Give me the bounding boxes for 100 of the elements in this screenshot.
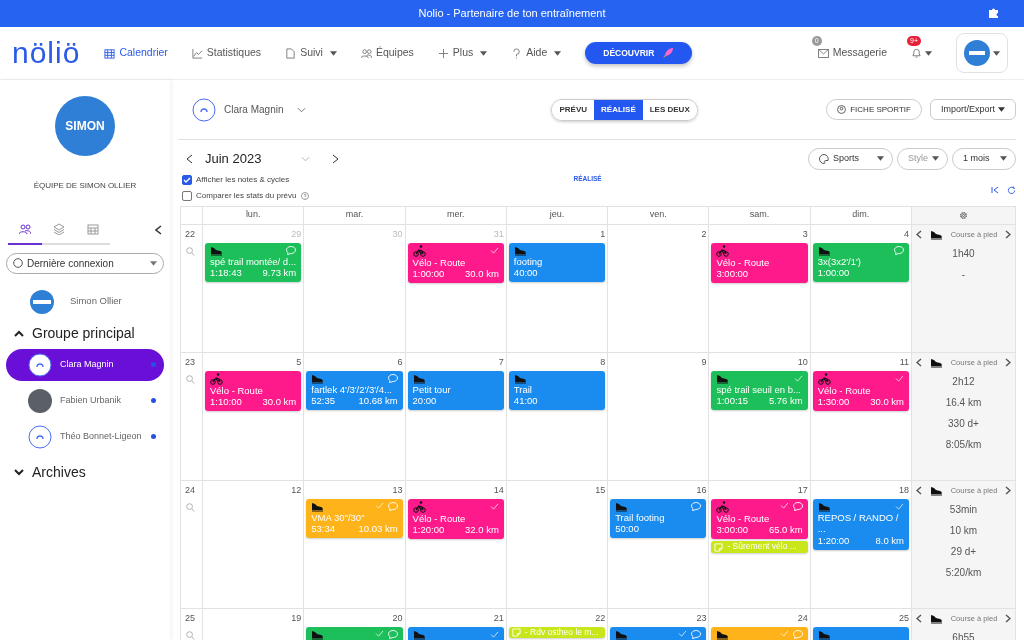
team-logo: SIMON bbox=[55, 96, 115, 156]
workout-card[interactable]: REPOS / RANDO / ... 1:20:00 8.0 km bbox=[812, 498, 909, 551]
athlete-item[interactable]: Théo Bonnet-Ligeon bbox=[6, 420, 164, 453]
workout-duration: 20:00 bbox=[412, 395, 437, 408]
day-number: 11 bbox=[898, 355, 910, 369]
workout-duration: 1:18:43 bbox=[210, 267, 242, 280]
discover-button[interactable]: DÉCOUVRIR bbox=[585, 41, 693, 65]
workout-distance: 5.76 km bbox=[768, 395, 803, 408]
day-number: 10 bbox=[796, 355, 809, 369]
month-title: Juin 2023 bbox=[205, 150, 262, 168]
day-number: 7 bbox=[497, 355, 505, 369]
athlete-item[interactable]: Clara Magnin bbox=[6, 348, 164, 381]
filter-select[interactable]: Sports bbox=[808, 148, 893, 170]
workout-title: Vélo - Route bbox=[412, 256, 467, 269]
summary-stat: - bbox=[960, 267, 967, 282]
app-logo[interactable]: nöliö bbox=[12, 38, 81, 68]
group-header[interactable]: Archives bbox=[8, 460, 170, 484]
workout-title: REPOS / RANDO / ... bbox=[817, 511, 900, 536]
day-number: 31 bbox=[492, 227, 505, 241]
workout-distance: 30.0 km bbox=[870, 396, 904, 409]
workout-distance: 30.0 km bbox=[465, 268, 499, 281]
day-number: 18 bbox=[897, 483, 910, 497]
workout-duration: 1:30:00 bbox=[817, 396, 850, 409]
summary-stat: 53min bbox=[948, 502, 979, 517]
workout-card[interactable]: Vélo - Route 1:10:00 30.0 km bbox=[205, 370, 302, 412]
day-number: 12 bbox=[290, 483, 303, 497]
summary-stat: 6h55 bbox=[951, 630, 976, 640]
nav-link[interactable]: Calendrier bbox=[104, 43, 168, 63]
workout-card[interactable]: Vélo - Route 1:00:00 30.0 km bbox=[407, 242, 504, 284]
weekday-label: mar. bbox=[345, 208, 364, 222]
week-number: 23 bbox=[184, 355, 196, 369]
filter-select[interactable]: Style bbox=[897, 148, 948, 170]
day-number: 4 bbox=[902, 227, 910, 241]
day-number: 2 bbox=[700, 227, 708, 241]
workout-card[interactable]: Vélo - Route 1:20:00 32.0 km bbox=[407, 498, 504, 540]
day-number: 25 bbox=[897, 611, 910, 625]
workout-duration: 53:34 bbox=[311, 523, 336, 536]
workout-distance: 8.0 km bbox=[875, 535, 904, 548]
group-header[interactable]: Groupe principal bbox=[8, 321, 170, 345]
filter-select[interactable]: 1 mois bbox=[952, 148, 1016, 170]
view-toggle[interactable]: PRÉVU bbox=[552, 99, 595, 120]
week-number: 24 bbox=[184, 483, 196, 497]
workout-title: Trail footing bbox=[615, 511, 666, 524]
workout-distance: 10.03 km bbox=[358, 523, 398, 536]
day-number: 20 bbox=[391, 611, 404, 625]
workout-card[interactable]: footing 40:00 bbox=[508, 242, 606, 283]
day-number: 13 bbox=[391, 483, 404, 497]
workout-title: 3x(3x2'/1') bbox=[817, 255, 862, 268]
day-number: 30 bbox=[391, 227, 404, 241]
nav-link[interactable]: Équipes bbox=[360, 43, 414, 63]
athlete-item[interactable]: Fabien Urbanik bbox=[6, 384, 164, 417]
option-label: Afficher les notes & cycles bbox=[196, 173, 290, 186]
workout-title: Vélo - Route bbox=[716, 256, 771, 269]
nav-link[interactable]: Aide bbox=[511, 43, 562, 63]
workout-duration: 1:10:00 bbox=[210, 396, 242, 409]
view-toggle[interactable]: RÉALISÉ bbox=[594, 99, 643, 120]
weekday-label: jeu. bbox=[549, 208, 565, 222]
weekday-label: dim. bbox=[852, 208, 870, 222]
workout-title: Vélo - Route bbox=[817, 384, 872, 397]
workout-title: spé trail seuil en b... bbox=[716, 383, 802, 396]
workout-card[interactable]: Trail 41:00 bbox=[508, 370, 606, 411]
workout-distance: 65.0 km bbox=[768, 524, 803, 537]
coach-name: Simon Ollier bbox=[70, 294, 122, 309]
view-toggle[interactable]: LES DEUX bbox=[642, 99, 697, 120]
athlete-sheet-button[interactable]: FICHE SPORTIF bbox=[826, 98, 922, 121]
day-number: 14 bbox=[492, 483, 505, 497]
note-text: - Sûrement vélo ... bbox=[727, 542, 797, 552]
workout-duration: 50:00 bbox=[615, 523, 639, 536]
summary-stat: 8:05/km bbox=[944, 437, 983, 452]
nav-link[interactable]: Plus bbox=[437, 43, 488, 63]
option-label: Comparer les stats du prévu bbox=[196, 189, 297, 202]
workout-card[interactable]: Vélo - Route 3:00:00 65.0 km bbox=[711, 498, 808, 540]
workout-distance: 32.0 km bbox=[465, 524, 499, 537]
nav-link[interactable]: Statistiques bbox=[191, 43, 262, 63]
workout-duration: 1:00:00 bbox=[412, 268, 445, 281]
day-number: 15 bbox=[594, 483, 607, 497]
day-number: 22 bbox=[594, 611, 607, 625]
workout-card[interactable]: Vélo - Route 3:00:00 bbox=[711, 242, 808, 284]
workout-card[interactable]: Petit tour 20:00 bbox=[407, 370, 504, 411]
workout-title: VMA 30"/30" bbox=[311, 511, 366, 524]
weekday-label: mer. bbox=[446, 208, 465, 222]
day-number: 16 bbox=[695, 483, 708, 497]
workout-title: Vélo - Route bbox=[716, 512, 771, 525]
team-name: ÉQUIPE DE SIMON OLLIER bbox=[32, 180, 138, 192]
day-number: 3 bbox=[801, 227, 809, 241]
summary-stat: 5:20/km bbox=[944, 565, 983, 580]
workout-card[interactable]: fartlek 4'/3'/2'/3'/4... 52:35 10.68 km bbox=[306, 370, 403, 411]
nav-link[interactable]: Suivi bbox=[285, 43, 337, 63]
day-number: 19 bbox=[290, 611, 303, 625]
day-number: 29 bbox=[290, 227, 303, 241]
messages-link[interactable]: Messagerie bbox=[817, 43, 887, 63]
summary-stat: 16.4 km bbox=[944, 395, 983, 410]
day-number: 24 bbox=[796, 611, 809, 625]
import-export-button[interactable]: Import/Export bbox=[929, 98, 1016, 121]
workout-card[interactable]: Trail footing 50:00 bbox=[610, 498, 707, 539]
workout-card[interactable]: Vélo - Route 1:30:00 30.0 km bbox=[812, 370, 909, 412]
workout-duration: 1:20:00 bbox=[817, 535, 850, 548]
window-title: Nolio - Partenaire de ton entraînement bbox=[418, 6, 606, 22]
workout-duration: 1:00:00 bbox=[817, 267, 850, 280]
athlete-picker[interactable]: Clara Magnin bbox=[186, 96, 313, 123]
